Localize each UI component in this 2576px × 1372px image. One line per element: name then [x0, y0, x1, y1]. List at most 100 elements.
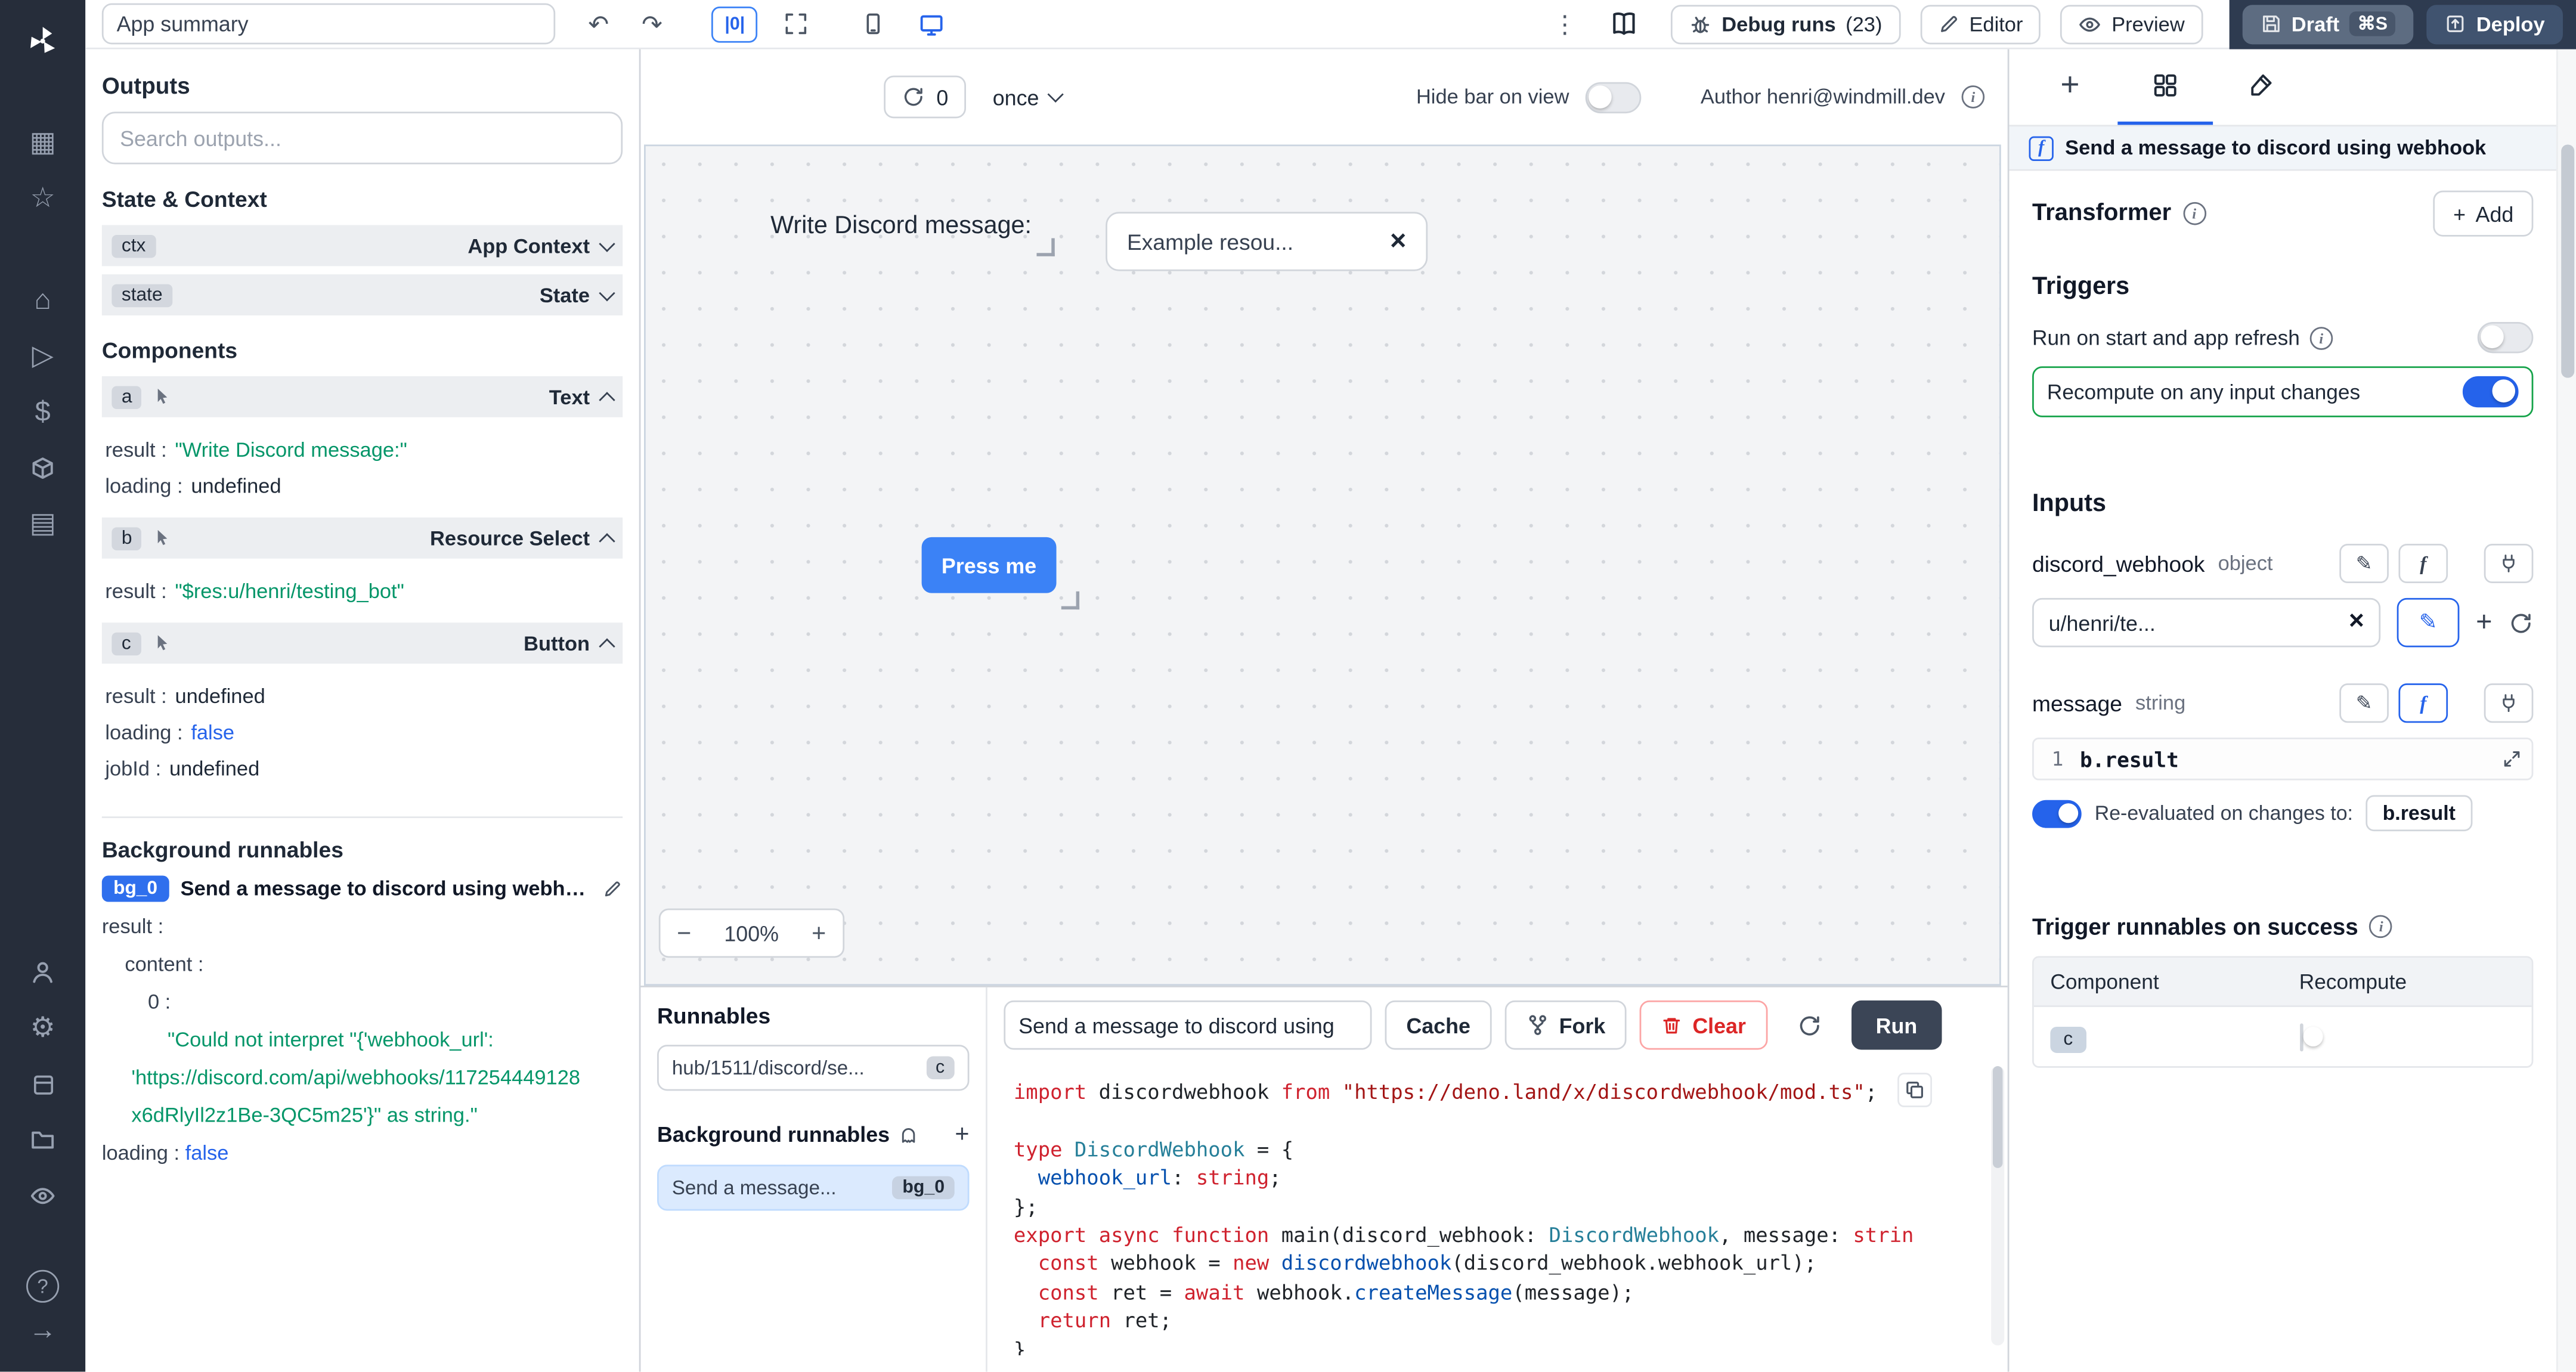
- code-scrollbar[interactable]: [1991, 1066, 2004, 1345]
- expand-editor-icon[interactable]: [2502, 749, 2522, 769]
- edit-resource-button[interactable]: ✎: [2397, 598, 2460, 648]
- connect-plug-button[interactable]: [2484, 683, 2534, 723]
- chevron-down-icon: [599, 284, 615, 301]
- undo-button[interactable]: ↶: [578, 6, 619, 42]
- runnable-item[interactable]: hub/1511/discord/se... c: [657, 1045, 969, 1091]
- tab-insert-component[interactable]: +: [2023, 49, 2118, 125]
- desktop-view-button[interactable]: [909, 7, 955, 40]
- clear-resource-icon[interactable]: ×: [2349, 608, 2364, 637]
- schedule-dropdown[interactable]: once: [993, 85, 1062, 109]
- mobile-view-button[interactable]: [852, 8, 896, 39]
- component-b-type: Resource Select: [430, 526, 590, 550]
- apps-icon[interactable]: ▦: [13, 115, 72, 171]
- text-component[interactable]: Write Discord message:: [770, 212, 1032, 240]
- resource-select-component[interactable]: Example resou... ×: [1106, 212, 1428, 271]
- ctx-row[interactable]: ctx App Context: [102, 225, 623, 266]
- code-editor[interactable]: import discordwebhook from "https://deno…: [987, 1063, 2008, 1355]
- reevaluate-dependency-badge[interactable]: b.result: [2366, 795, 2472, 831]
- draft-button[interactable]: Draft⌘S: [2242, 4, 2414, 44]
- eval-expression-button[interactable]: f: [2398, 544, 2448, 583]
- app-canvas[interactable]: Write Discord message: Example resou... …: [644, 144, 2001, 986]
- zoom-out-button[interactable]: −: [661, 919, 708, 947]
- run-on-start-label: Run on start and app refresh: [2032, 326, 2300, 350]
- fullscreen-button[interactable]: [775, 8, 819, 39]
- clear-button[interactable]: Clear: [1640, 1001, 1767, 1050]
- windmill-logo[interactable]: [13, 13, 72, 69]
- left-nav-rail: ▦ ☆ ⌂ ▷ $ ▤ ⚙ ? →: [0, 0, 85, 1372]
- background-runnable-item-selected[interactable]: Send a message... bg_0: [657, 1165, 969, 1210]
- tab-theme[interactable]: [2213, 49, 2308, 125]
- background-runnables-section: Background runnables bg_0 Send a message…: [102, 816, 623, 1173]
- deploy-icon: [2445, 13, 2466, 35]
- eval-expression-button[interactable]: f: [2398, 683, 2448, 723]
- run-button[interactable]: Run: [1851, 1001, 1942, 1050]
- deploy-button[interactable]: Deploy: [2427, 4, 2563, 44]
- clear-selection-icon[interactable]: ×: [1390, 225, 1406, 258]
- cache-button[interactable]: Cache: [1385, 1001, 1492, 1050]
- resource-value-input[interactable]: u/henri/te... ×: [2032, 598, 2380, 648]
- outputs-panel: Outputs State & Context ctx App Context …: [85, 49, 640, 1372]
- connect-plug-button[interactable]: [2484, 544, 2534, 583]
- help-icon[interactable]: ?: [26, 1270, 59, 1303]
- folders-icon[interactable]: [13, 1112, 72, 1168]
- schedules-calendar-icon[interactable]: ▤: [13, 496, 72, 552]
- press-me-button[interactable]: Press me: [922, 537, 1057, 593]
- recompute-c-toggle[interactable]: [2299, 1023, 2303, 1051]
- table-row: c: [2034, 1007, 2532, 1066]
- user-icon[interactable]: [13, 944, 72, 1001]
- copy-code-button[interactable]: [1897, 1073, 1932, 1107]
- component-b-id: b: [112, 526, 142, 550]
- search-outputs-input[interactable]: [102, 112, 623, 164]
- more-menu-button[interactable]: ⋮: [1543, 6, 1587, 42]
- edit-static-button[interactable]: ✎: [2339, 544, 2389, 583]
- fork-button[interactable]: Fork: [1505, 1001, 1627, 1050]
- refresh-all-button[interactable]: 0: [884, 76, 966, 119]
- hide-bar-toggle[interactable]: [1586, 81, 1642, 112]
- debug-runs-button[interactable]: Debug runs(23): [1671, 4, 1900, 44]
- author-label: Author henri@windmill.dev: [1701, 85, 1945, 109]
- reevaluate-toggle[interactable]: [2032, 799, 2082, 827]
- favorites-star-icon[interactable]: ☆: [13, 171, 72, 227]
- zoom-in-button[interactable]: +: [795, 919, 843, 947]
- recompute-toggle[interactable]: [2463, 376, 2519, 407]
- collapse-rail-icon[interactable]: →: [13, 1303, 72, 1359]
- background-runnables-subtitle: Background runnables +: [657, 1120, 969, 1148]
- scrollbar-thumb[interactable]: [2561, 144, 2574, 377]
- app-window: ▦ ☆ ⌂ ▷ $ ▤ ⚙ ? → ↶ ↷ |0|: [0, 0, 2576, 1372]
- component-b-row[interactable]: b Resource Select: [102, 518, 623, 559]
- component-a-row[interactable]: a Text: [102, 376, 623, 417]
- pencil-icon: [1938, 13, 1959, 35]
- variables-icon[interactable]: $: [13, 385, 72, 441]
- run-on-start-toggle[interactable]: [2478, 322, 2534, 353]
- tab-component-settings[interactable]: [2117, 49, 2213, 125]
- redo-button[interactable]: ↷: [632, 6, 673, 42]
- add-transformer-button[interactable]: + Add: [2433, 191, 2533, 237]
- field-type: string: [2135, 692, 2185, 715]
- trigger-runnables-table: Component Recompute c: [2032, 956, 2533, 1067]
- component-c-row[interactable]: c Button: [102, 622, 623, 664]
- runs-icon[interactable]: ▷: [13, 329, 72, 385]
- preview-button[interactable]: Preview: [2061, 4, 2203, 44]
- resources-icon[interactable]: [13, 440, 72, 496]
- audit-eye-icon[interactable]: [13, 1168, 72, 1224]
- chevron-up-icon: [599, 638, 615, 654]
- grid-toggle-button[interactable]: |0|: [711, 6, 758, 42]
- refresh-code-button[interactable]: [1787, 1009, 1831, 1040]
- add-background-runnable-button[interactable]: +: [955, 1120, 969, 1148]
- bg0-badge: bg_0: [102, 875, 169, 902]
- background-runnable-row[interactable]: bg_0 Send a message to discord using web…: [102, 875, 623, 902]
- runnable-title-input[interactable]: [1004, 1001, 1371, 1050]
- docs-book-icon[interactable]: [1600, 7, 1648, 41]
- edit-pencil-icon[interactable]: [603, 879, 623, 899]
- app-summary-input[interactable]: [102, 4, 555, 45]
- add-resource-button[interactable]: +: [2476, 606, 2492, 639]
- home-icon[interactable]: ⌂: [13, 272, 72, 329]
- state-row[interactable]: state State: [102, 274, 623, 315]
- message-expression-editor[interactable]: 1 b.result: [2032, 738, 2533, 781]
- refresh-resource-button[interactable]: [2509, 611, 2533, 635]
- workers-icon[interactable]: [13, 1057, 72, 1113]
- page-scrollbar[interactable]: [2556, 49, 2576, 1372]
- edit-static-button[interactable]: ✎: [2339, 683, 2389, 723]
- editor-button[interactable]: Editor: [1920, 4, 2041, 44]
- settings-gear-icon[interactable]: ⚙: [13, 1001, 72, 1057]
